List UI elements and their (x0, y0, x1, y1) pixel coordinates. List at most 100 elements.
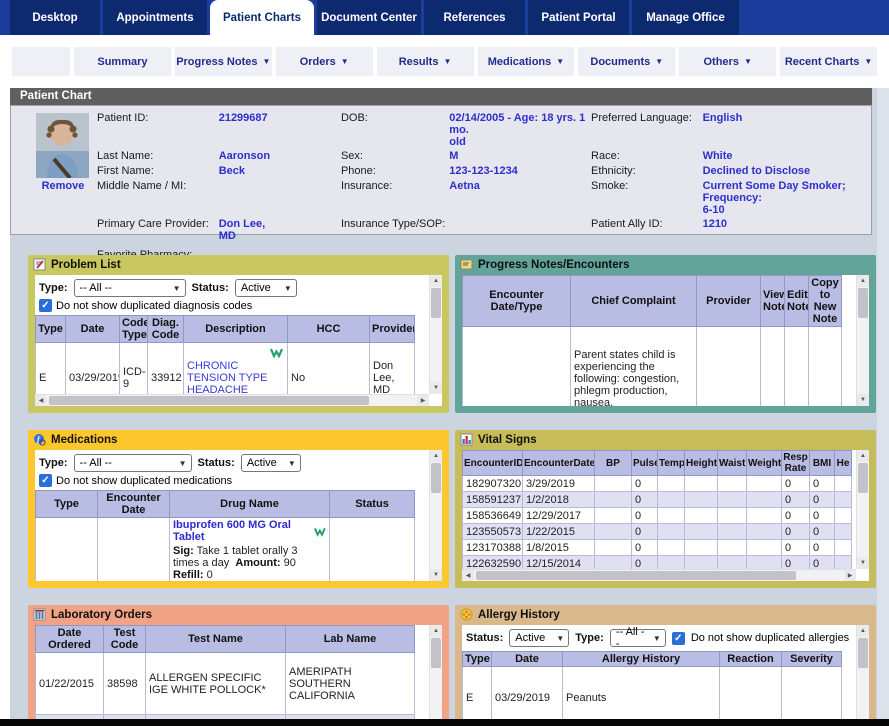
allergy-history-table: TypeDateAllergy HistoryReactionSeverity … (462, 651, 842, 726)
drug-name-link[interactable]: Ibuprofen 600 MG Oral Tablet (173, 519, 309, 543)
scroll-thumb[interactable] (431, 288, 441, 318)
scroll-up-icon[interactable]: ▲ (857, 450, 869, 462)
subnav-medications[interactable]: Medications▼ (478, 47, 575, 76)
tab-document-center[interactable]: Document Center (317, 0, 421, 35)
table-header-row: TypeEncounter DateDrug NameStatus (36, 491, 415, 518)
subnav-recent-charts[interactable]: Recent Charts▼ (780, 47, 877, 76)
table-cell: 1/8/2015 (523, 540, 595, 556)
scroll-up-icon[interactable]: ▲ (430, 450, 442, 462)
table-cell: 3/29/2019 (98, 518, 170, 582)
scroll-up-icon[interactable]: ▲ (857, 275, 869, 287)
subnav-others[interactable]: Others▼ (679, 47, 776, 76)
vertical-scrollbar[interactable]: ▲▼ (856, 275, 869, 406)
table-header-row: TypeDateCode TypeDiag. CodeDescriptionHC… (36, 316, 415, 343)
column-header: Reaction (720, 652, 782, 667)
scroll-down-icon[interactable]: ▼ (430, 382, 442, 394)
scroll-thumb[interactable] (49, 396, 369, 405)
scroll-thumb[interactable] (858, 288, 868, 318)
scroll-down-icon[interactable]: ▼ (857, 557, 869, 569)
allergy-status-select[interactable]: Active▼ (509, 629, 569, 647)
tab-references[interactable]: References (424, 0, 525, 35)
subnav-documents[interactable]: Documents▼ (578, 47, 675, 76)
scroll-left-icon[interactable]: ◀ (35, 395, 47, 406)
table-cell: First Name: (95, 164, 217, 179)
scroll-thumb[interactable] (858, 638, 868, 668)
scroll-up-icon[interactable]: ▲ (430, 625, 442, 637)
column-header: Temp (658, 451, 685, 476)
subnav-results[interactable]: Results▼ (377, 47, 474, 76)
scroll-thumb[interactable] (476, 571, 796, 580)
table-cell: M (447, 149, 589, 164)
scroll-left-icon[interactable]: ◀ (462, 570, 474, 581)
column-header: Drug Name (170, 491, 330, 518)
table-cell: 0 (810, 540, 835, 556)
subnav-progress-notes[interactable]: Progress Notes▼ (175, 47, 272, 76)
vertical-scrollbar[interactable]: ▲▼ (429, 450, 442, 581)
panel-title-text: Progress Notes/Encounters (478, 259, 629, 271)
table-cell (835, 476, 852, 492)
problem-status-select[interactable]: Active▼ (235, 279, 297, 297)
table-cell: 123-123-1234 (447, 164, 589, 179)
scroll-thumb[interactable] (431, 463, 441, 493)
tab-manage-office[interactable]: Manage Office (632, 0, 739, 35)
table-cell: 0 (810, 508, 835, 524)
table-cell (747, 476, 782, 492)
horizontal-scrollbar[interactable]: ◀▶ (35, 394, 429, 406)
checkbox-checked[interactable]: ✓ (39, 474, 52, 487)
table-cell: Primary Care Provider: (95, 217, 217, 248)
column-header: Encounter Date/Type (463, 276, 571, 327)
horizontal-scrollbar[interactable]: ◀▶ (462, 569, 856, 581)
right-margin (877, 88, 889, 719)
table-row: P 3/29/2019 Ibuprofen 600 MG Oral Tablet… (36, 518, 415, 582)
column-header: Status (330, 491, 415, 518)
column-header: Allergy History (563, 652, 720, 667)
subnav-orders[interactable]: Orders▼ (276, 47, 373, 76)
scroll-up-icon[interactable]: ▲ (857, 625, 869, 637)
checkbox-checked[interactable]: ✓ (672, 632, 685, 645)
scroll-down-icon[interactable]: ▼ (857, 394, 869, 406)
table-cell (835, 524, 852, 540)
table-row: Primary Care Provider:Don Lee, MDInsuran… (95, 217, 871, 248)
tab-patient-charts[interactable]: Patient Charts (210, 0, 314, 35)
scroll-right-icon[interactable]: ▶ (844, 570, 856, 581)
vertical-scrollbar[interactable]: ▲▼ (429, 275, 442, 394)
table-cell (685, 508, 718, 524)
table-cell: Beck (217, 164, 339, 179)
table-row: 1829073203/29/2019000 (463, 476, 852, 492)
scroll-thumb[interactable] (858, 463, 868, 493)
column-header: Provider (697, 276, 761, 327)
interaction-check-icon (314, 526, 326, 537)
problem-type-select[interactable]: -- All --▼ (74, 279, 186, 297)
problem-list-panel: Problem List Type: -- All --▼ Status: Ac… (28, 255, 449, 413)
vertical-scrollbar[interactable]: ▲▼ (856, 625, 869, 726)
scroll-down-icon[interactable]: ▼ (430, 569, 442, 581)
vertical-scrollbar[interactable]: ▲▼ (429, 625, 442, 726)
diagnosis-link[interactable]: CHRONIC TENSION TYPE HEADACHE (187, 360, 267, 396)
table-cell (785, 327, 809, 407)
subnav-summary[interactable]: Summary (74, 47, 171, 76)
allergy-type-select[interactable]: -- All --▼ (610, 629, 666, 647)
vital-signs-body: EncounterIDEncounterDateBPPulseTempHeigh… (462, 450, 869, 581)
chevron-down-icon: ▼ (653, 634, 661, 643)
chevron-down-icon: ▼ (284, 284, 292, 293)
scroll-right-icon[interactable]: ▶ (417, 395, 429, 406)
checkbox-checked[interactable]: ✓ (39, 299, 52, 312)
table-cell (658, 492, 685, 508)
patient-photo (36, 113, 89, 178)
column-header: Code Type (120, 316, 148, 343)
tab-appointments[interactable]: Appointments (103, 0, 207, 35)
table-cell: Declined to Disclose (701, 164, 871, 179)
vital-signs-panel: Vital Signs EncounterIDEncounterDateBPPu… (455, 430, 876, 588)
table-cell: Race: (589, 149, 701, 164)
medications-status-select[interactable]: Active▼ (241, 454, 301, 472)
tab-desktop[interactable]: Desktop (10, 0, 100, 35)
scroll-up-icon[interactable]: ▲ (430, 275, 442, 287)
progress-notes-panel: Progress Notes/Encounters Encounter Date… (455, 255, 876, 413)
table-cell: Peanuts (563, 667, 720, 726)
tab-patient-portal[interactable]: Patient Portal (528, 0, 629, 35)
vertical-scrollbar[interactable]: ▲▼ (856, 450, 869, 569)
remove-photo-link[interactable]: Remove (29, 180, 97, 192)
scroll-thumb[interactable] (431, 638, 441, 668)
medications-type-select[interactable]: -- All --▼ (74, 454, 192, 472)
status-filter-label: Status: (198, 457, 235, 469)
